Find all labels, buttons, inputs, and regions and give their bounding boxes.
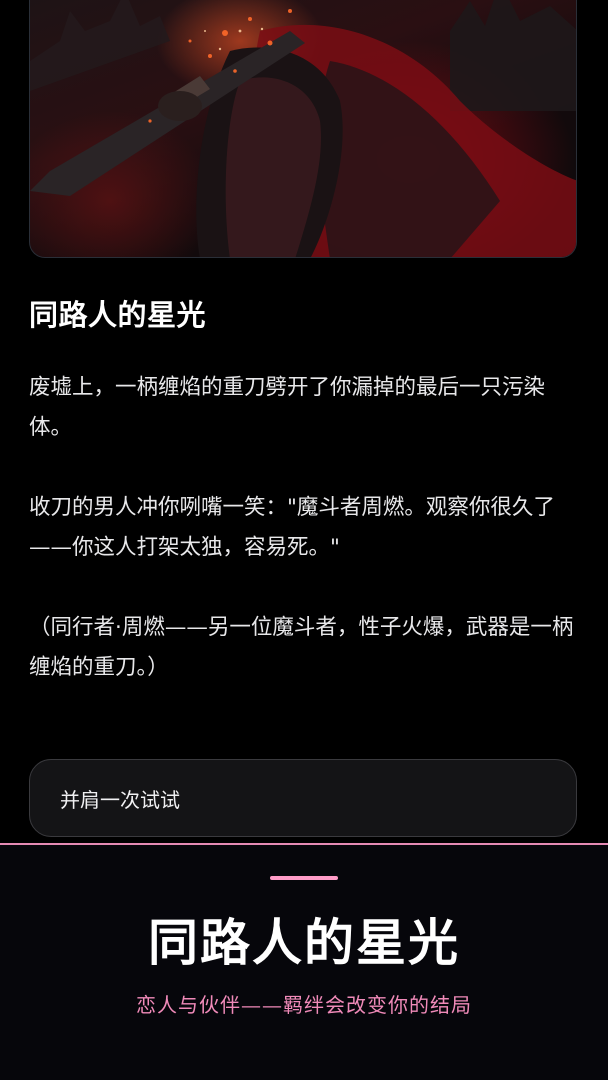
story-text: 废墟上，一柄缠焰的重刀劈开了你漏掉的最后一只污染体。 收刀的男人冲你咧嘴一笑："…: [29, 368, 579, 688]
warrior-illustration-icon: [30, 0, 576, 257]
story-page: 同路人的星光 废墟上，一柄缠焰的重刀劈开了你漏掉的最后一只污染体。 收刀的男人冲…: [0, 0, 608, 1080]
story-paragraph: （同行者·周燃——另一位魔斗者，性子火爆，武器是一柄缠焰的重刀。）: [29, 615, 574, 680]
chapter-title: 同路人的星光: [148, 913, 460, 972]
story-paragraph: 废墟上，一柄缠焰的重刀劈开了你漏掉的最后一只污染体。: [29, 375, 546, 440]
accent-divider: [270, 876, 338, 880]
story-paragraph: 收刀的男人冲你咧嘴一笑："魔斗者周燃。观察你很久了——你这人打架太独，容易死。": [29, 495, 555, 560]
chapter-subtitle: 恋人与伙伴——羁绊会改变你的结局: [136, 993, 472, 1017]
chapter-banner: 同路人的星光 恋人与伙伴——羁绊会改变你的结局: [0, 843, 608, 1080]
scene-illustration: [29, 0, 577, 258]
choice-button-label: 并肩一次试试: [60, 787, 180, 812]
choice-button[interactable]: 并肩一次试试: [29, 759, 577, 837]
story-title: 同路人的星光: [29, 298, 207, 332]
